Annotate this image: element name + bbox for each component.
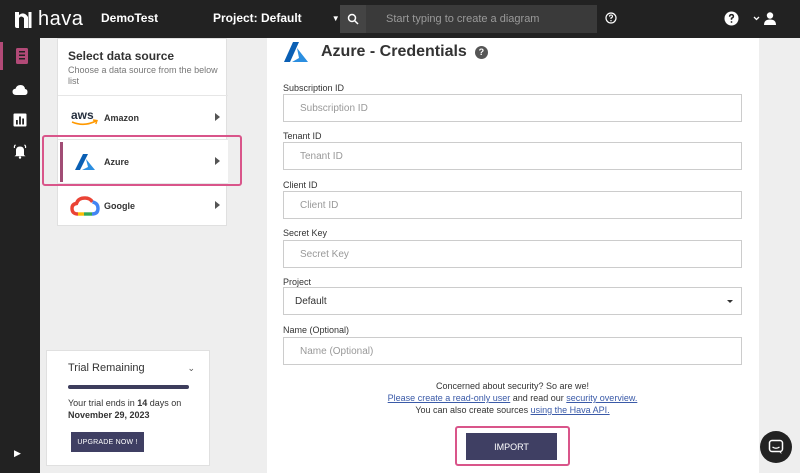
diagram-search[interactable]: Start typing to create a diagram (340, 5, 597, 33)
top-bar: hava DemoTest Project: Default ▼ Start t… (0, 0, 800, 38)
data-source-item-amazon[interactable]: aws Amazon (58, 95, 228, 139)
security-line-2: Please create a read-only user and read … (387, 393, 638, 403)
trial-title: Trial Remaining (68, 362, 145, 374)
chevron-down-icon (753, 16, 760, 20)
trial-progress-bar (68, 385, 189, 389)
read-only-user-link[interactable]: Please create a read-only user (388, 393, 511, 403)
name-input[interactable]: Name (Optional) (283, 337, 742, 365)
aws-logo-text: aws (71, 108, 94, 122)
trial-text: Your trial ends in 14 days on November 29… (68, 398, 182, 420)
name-label: Name (Optional) (283, 325, 350, 335)
caret-down-icon: ▼ (331, 13, 340, 23)
sources-icon (15, 48, 28, 64)
search-input[interactable]: Start typing to create a diagram (366, 13, 539, 25)
tenant-id-label: Tenant ID (283, 131, 322, 141)
tenant-id-input[interactable]: Tenant ID (283, 142, 742, 170)
trial-remaining-card: Trial Remaining ⌄ Your trial ends in 14 … (46, 350, 210, 466)
data-source-label: Google (104, 200, 135, 211)
cloud-icon (12, 85, 28, 95)
client-id-label: Client ID (283, 180, 318, 190)
hava-api-link[interactable]: using the Hava API. (531, 405, 610, 415)
chat-widget-button[interactable] (760, 431, 792, 463)
security-overview-link[interactable]: security overview. (566, 393, 637, 403)
rail-item-reports[interactable] (0, 106, 40, 134)
upgrade-now-button[interactable]: UPGRADE NOW ! (71, 432, 144, 452)
chevron-down-icon[interactable]: ⌄ (187, 363, 195, 374)
client-id-input[interactable]: Client ID (283, 191, 742, 219)
help-icon[interactable]: ? (474, 45, 488, 59)
workspace-name[interactable]: DemoTest (101, 11, 158, 25)
expand-rail-icon[interactable]: ▶ (14, 448, 21, 459)
data-source-item-google[interactable]: Google (58, 183, 228, 227)
project-select[interactable]: Default (283, 287, 742, 315)
azure-logo (284, 42, 308, 62)
page-title: Azure - Credentials (321, 43, 467, 60)
rail-item-cloud[interactable] (0, 76, 40, 104)
data-source-subtitle: Choose a data source from the below list (68, 65, 218, 86)
trial-end-date: November 29, 2023 (68, 410, 150, 420)
project-select-value: Default (295, 295, 327, 307)
alarm-bell-icon (13, 143, 27, 159)
user-icon (764, 12, 776, 25)
security-line-3: You can also create sources using the Ha… (415, 405, 610, 415)
hava-logo[interactable]: hava (12, 8, 83, 31)
security-note: Concerned about security? So are we! Ple… (283, 380, 742, 416)
secret-key-input[interactable]: Secret Key (283, 240, 742, 268)
caret-down-icon (727, 300, 733, 303)
chat-icon (768, 439, 784, 454)
project-label: Project (283, 277, 312, 287)
hava-logo-icon (15, 11, 32, 28)
project-selector[interactable]: Project: Default ▼ (213, 11, 340, 25)
secret-key-label: Secret Key (283, 228, 328, 238)
security-line-1: Concerned about security? So are we! (435, 381, 590, 391)
import-button[interactable]: IMPORT (466, 433, 557, 460)
help-icon[interactable] (724, 11, 739, 26)
search-help-icon[interactable] (605, 12, 617, 24)
data-source-label: Amazon (104, 112, 140, 123)
bar-chart-icon (13, 113, 27, 127)
project-selector-label: Project: Default (213, 11, 302, 25)
aws-logo: aws (68, 108, 102, 128)
trial-days: 14 (137, 398, 148, 408)
data-source-title: Select data source (68, 49, 175, 63)
chevron-right-icon (215, 201, 220, 209)
user-menu[interactable] (753, 11, 777, 25)
logo-text: hava (38, 8, 84, 30)
subscription-id-input[interactable]: Subscription ID (283, 94, 742, 122)
azure-highlight-box (42, 135, 242, 186)
left-rail: ▶ (0, 38, 40, 473)
form-title: Azure - Credentials ? (283, 41, 488, 63)
subscription-id-label: Subscription ID (283, 83, 345, 93)
chevron-right-icon (215, 113, 220, 121)
google-cloud-logo (68, 195, 102, 216)
rail-item-alerts[interactable] (0, 137, 40, 165)
data-source-panel: Select data source Choose a data source … (57, 38, 228, 227)
search-icon (340, 5, 366, 33)
rail-item-sources[interactable] (0, 42, 40, 70)
